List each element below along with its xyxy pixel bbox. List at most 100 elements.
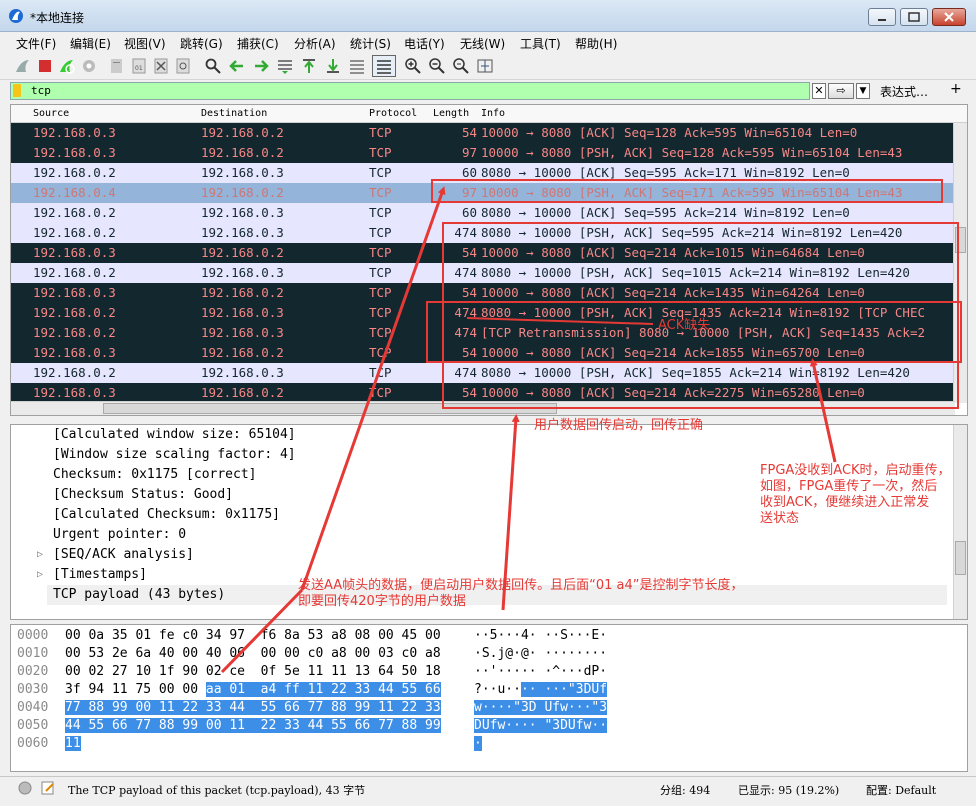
annotation-line: 如图，FPGA重传了一次，然后	[760, 479, 938, 494]
detail-line[interactable]: [SEQ/ACK analysis]	[53, 545, 194, 565]
display-filter-input[interactable]: tcp	[10, 82, 810, 100]
go-forward-icon[interactable]	[252, 57, 270, 75]
byte-ascii-line[interactable]: ?··u···· ···"3DUf	[474, 681, 608, 699]
open-file-icon[interactable]	[108, 57, 126, 75]
byte-ascii-line[interactable]: w····"3D Ufw···"3	[474, 699, 608, 717]
packet-row[interactable]: 192.168.0.2 192.168.0.3 TCP 60 8080 → 10000 …	[11, 163, 953, 183]
stop-capture-icon[interactable]	[36, 57, 54, 75]
capture-options-icon[interactable]	[80, 57, 98, 75]
packet-row[interactable]: 192.168.0.2 192.168.0.3 TCP 60 8080 → 10000 …	[11, 203, 953, 223]
byte-ascii-line[interactable]: ·	[474, 735, 482, 753]
go-first-icon[interactable]	[300, 57, 318, 75]
detail-line[interactable]: Urgent pointer: 0	[53, 525, 186, 545]
byte-ascii-line[interactable]: ··5···4· ··S···E·	[474, 627, 607, 645]
cell-info: 8080 → 10000 [ACK] Seq=595 Ack=171 Win=8…	[481, 165, 850, 180]
byte-ascii-line[interactable]: DUfw···· "3DUfw··	[474, 717, 608, 735]
cell-protocol: TCP	[369, 265, 392, 280]
detail-line[interactable]: [Checksum Status: Good]	[53, 485, 233, 505]
cell-info: 8080 → 10000 [PSH, ACK] Seq=595 Ack=214 …	[481, 225, 903, 240]
menu-go[interactable]: 跳转(G)	[180, 35, 223, 52]
menu-edit[interactable]: 编辑(E)	[70, 35, 111, 52]
auto-scroll-icon[interactable]	[348, 57, 366, 75]
detail-line[interactable]: [Timestamps]	[53, 565, 147, 585]
cell-source: 192.168.0.2	[33, 325, 116, 340]
menu-view[interactable]: 视图(V)	[124, 35, 166, 52]
zoom-in-icon[interactable]	[404, 57, 422, 75]
packet-row[interactable]: 192.168.0.2 192.168.0.3 TCP 474 8080 → 10000…	[11, 363, 953, 383]
packet-row[interactable]: 192.168.0.3 192.168.0.2 TCP 54 10000 → 8080 …	[11, 243, 953, 263]
expression-button[interactable]: 表达式…	[880, 83, 928, 100]
packet-row[interactable]: 192.168.0.2 192.168.0.3 TCP 474 8080 → 10000…	[11, 263, 953, 283]
go-back-icon[interactable]	[228, 57, 246, 75]
normal-size-icon[interactable]	[452, 57, 470, 75]
menu-wireless[interactable]: 无线(W)	[460, 35, 505, 52]
detail-line[interactable]: [Calculated Checksum: 0x1175]	[53, 505, 280, 525]
profile-label[interactable]: 配置: Default	[866, 782, 936, 798]
resize-columns-icon[interactable]	[476, 57, 494, 75]
restart-capture-icon[interactable]	[58, 57, 76, 75]
column-info[interactable]: Info	[481, 108, 505, 119]
packet-row[interactable]: 192.168.0.3 192.168.0.2 TCP 54 10000 → 8080 …	[11, 383, 953, 403]
expand-triangle-icon[interactable]: ▷	[37, 569, 43, 580]
scroll-thumb[interactable]	[103, 403, 557, 414]
byte-hex-line[interactable]: 00 02 27 10 1f 90 02 ce 0f 5e 11 11 13 6…	[65, 663, 441, 681]
packet-row[interactable]: 192.168.0.3 192.168.0.2 TCP 54 10000 → 8080 …	[11, 123, 953, 143]
filter-history-dropdown[interactable]: ▼	[856, 83, 870, 99]
close-file-icon[interactable]	[152, 57, 170, 75]
packet-row[interactable]: 192.168.0.3 192.168.0.2 TCP 97 10000 → 8080 …	[11, 143, 953, 163]
byte-ascii-line[interactable]: ··'····· ·^···dP·	[474, 663, 607, 681]
column-source[interactable]: Source	[33, 108, 69, 119]
packet-list-vscrollbar[interactable]	[953, 123, 967, 403]
apply-filter-button[interactable]: ⇨	[828, 83, 854, 99]
byte-hex-line[interactable]: 44 55 66 77 88 99 00 11 22 33 44 55 66 7…	[65, 717, 441, 735]
expert-info-icon[interactable]	[18, 781, 32, 795]
menu-file[interactable]: 文件(F)	[16, 35, 56, 52]
go-last-icon[interactable]	[324, 57, 342, 75]
menu-capture[interactable]: 捕获(C)	[237, 35, 279, 52]
edit-comment-icon[interactable]	[40, 780, 56, 796]
packet-row[interactable]: 192.168.0.3 192.168.0.2 TCP 54 10000 → 8080 …	[11, 343, 953, 363]
byte-hex-line[interactable]: 00 0a 35 01 fe c0 34 97 f6 8a 53 a8 08 0…	[65, 627, 441, 645]
column-destination[interactable]: Destination	[201, 108, 267, 119]
packet-row[interactable]: 192.168.0.3 192.168.0.2 TCP 54 10000 → 8080 …	[11, 283, 953, 303]
scroll-thumb[interactable]	[955, 541, 966, 575]
byte-hex-line[interactable]: 3f 94 11 75 00 00 aa 01 a4 ff 11 22 33 4…	[65, 681, 441, 699]
clear-filter-button[interactable]: ✕	[812, 83, 826, 99]
column-length[interactable]: Length	[433, 108, 469, 119]
reload-file-icon[interactable]	[174, 57, 192, 75]
start-capture-icon[interactable]	[14, 57, 32, 75]
colorize-toggle[interactable]	[372, 55, 396, 77]
cell-destination: 192.168.0.3	[201, 265, 284, 280]
filter-bookmark-icon[interactable]	[13, 84, 21, 97]
detail-line[interactable]: [Calculated window size: 65104]	[53, 425, 296, 445]
zoom-out-icon[interactable]	[428, 57, 446, 75]
scroll-thumb[interactable]	[955, 227, 966, 253]
menu-analyze[interactable]: 分析(A)	[294, 35, 336, 52]
find-packet-icon[interactable]	[204, 57, 222, 75]
menu-help[interactable]: 帮助(H)	[575, 35, 617, 52]
cell-destination: 192.168.0.3	[201, 225, 284, 240]
byte-ascii-selected: w····"3D Ufw···"3	[474, 700, 608, 715]
close-button[interactable]	[932, 8, 966, 26]
detail-line[interactable]: Checksum: 0x1175 [correct]	[53, 465, 257, 485]
byte-hex-line[interactable]: 11	[65, 735, 81, 753]
add-filter-button[interactable]: +	[950, 81, 962, 97]
detail-line[interactable]: [Window size scaling factor: 4]	[53, 445, 296, 465]
menu-telephony[interactable]: 电话(Y)	[404, 35, 445, 52]
expand-triangle-icon[interactable]: ▷	[37, 549, 43, 560]
packet-row[interactable]: 192.168.0.2 192.168.0.3 TCP 474 8080 → 10000…	[11, 303, 953, 323]
packet-list-hscrollbar[interactable]	[11, 401, 955, 415]
packet-row[interactable]: 192.168.0.4 192.168.0.2 TCP 97 10000 → 8080 …	[11, 183, 953, 203]
save-file-icon[interactable]: 01	[130, 57, 148, 75]
byte-hex-line[interactable]: 77 88 99 00 11 22 33 44 55 66 77 88 99 1…	[65, 699, 441, 717]
byte-hex-line[interactable]: 00 53 2e 6a 40 00 40 06 00 00 c0 a8 00 0…	[65, 645, 441, 663]
packet-row[interactable]: 192.168.0.2 192.168.0.3 TCP 474 [TCP Retrans…	[11, 323, 953, 343]
go-to-packet-icon[interactable]	[276, 57, 294, 75]
byte-ascii-line[interactable]: ·S.j@·@· ········	[474, 645, 607, 663]
packet-row[interactable]: 192.168.0.2 192.168.0.3 TCP 474 8080 → 10000…	[11, 223, 953, 243]
minimize-button[interactable]	[868, 8, 896, 26]
menu-tools[interactable]: 工具(T)	[520, 35, 561, 52]
column-protocol[interactable]: Protocol	[369, 108, 417, 119]
menu-statistics[interactable]: 统计(S)	[350, 35, 391, 52]
maximize-button[interactable]	[900, 8, 928, 26]
